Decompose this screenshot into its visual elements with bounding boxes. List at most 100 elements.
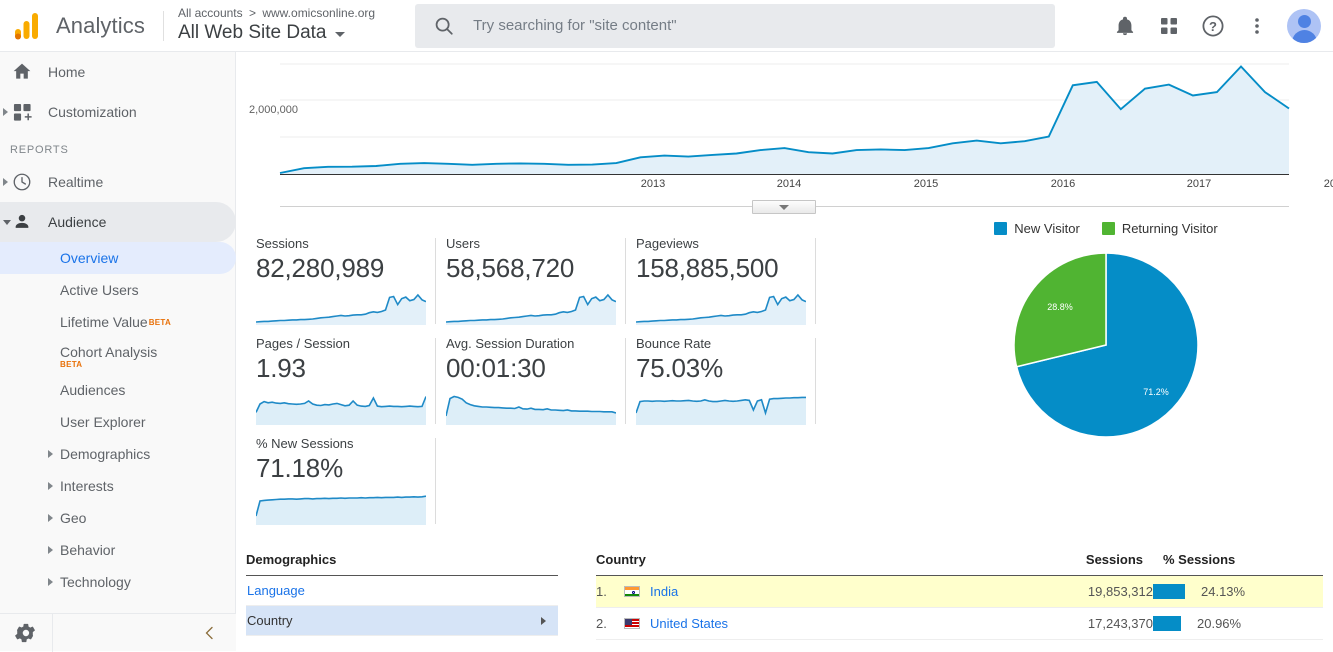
metric-card-pageviews[interactable]: Pageviews 158,885,500 [626,232,816,332]
search-bar[interactable] [415,3,1056,48]
row-pct-sessions: 20.96% [1153,607,1323,640]
metric-card-sessions[interactable]: Sessions 82,280,989 [246,232,436,332]
sidebar-item-realtime[interactable]: Realtime [0,162,236,202]
sidebar-item-lifetime-value[interactable]: Lifetime Value BETA [0,306,236,338]
metric-label: Avg. Session Duration [446,336,575,351]
demographics-item-country[interactable]: Country [246,606,558,636]
sidebar-item-audience[interactable]: Audience [0,202,236,242]
chevron-left-icon[interactable] [202,625,236,641]
view-name-row[interactable]: All Web Site Data [178,21,375,45]
chevron-right-icon[interactable] [3,108,8,116]
sidebar-item-technology[interactable]: Technology [0,566,236,598]
sidebar-item-active-users[interactable]: Active Users [0,274,236,306]
sidebar-item-label: Geo [60,510,87,526]
sidebar-item-label: Lifetime Value [60,314,148,330]
metric-card-bounce-rate[interactable]: Bounce Rate 75.03% [626,332,816,432]
notifications-bell-icon[interactable] [1105,6,1145,46]
legend-label: Returning Visitor [1121,221,1218,236]
timeline-xtick: 2014 [776,178,802,190]
gear-icon[interactable] [0,614,52,652]
apps-grid-icon[interactable] [1149,6,1189,46]
legend-label: New Visitor [1014,221,1080,236]
visitor-type-pie-chart[interactable]: 71.2% 28.8% [1008,247,1204,443]
account-selector[interactable]: All accounts > www.omicsonline.org All W… [178,6,375,45]
row-rank: 2. [596,607,624,640]
metric-label: Bounce Rate [636,336,712,351]
metric-row: % New Sessions 71.18% [246,432,826,532]
india-flag-icon [624,575,650,608]
search-input[interactable] [471,16,1012,35]
caret-down-icon[interactable] [334,32,345,37]
column-header-pct-sessions[interactable]: % Sessions [1153,552,1323,576]
sidebar-item-home[interactable]: Home [0,52,236,92]
sidebar-item-overview[interactable]: Overview [0,242,236,274]
table-row[interactable]: 2. United States 17,243,370 20.96% [596,607,1323,640]
metric-cards: Sessions 82,280,989 Users 58,568,720 Pag… [246,232,826,532]
date-range-slider[interactable] [280,200,1289,214]
sidebar-item-label: Behavior [60,542,116,558]
metric-card-users[interactable]: Users 58,568,720 [436,232,626,332]
table-row[interactable]: 1. India 19,853,312 24.13% [596,575,1323,608]
metric-value: 00:01:30 [446,353,546,383]
sidebar-item-audiences[interactable]: Audiences [0,374,236,406]
country-link[interactable]: United States [650,616,728,631]
footer-divider [52,613,53,652]
header-actions: ? [1105,6,1333,46]
column-header-country[interactable]: Country [596,552,1003,576]
sidebar-item-demographics[interactable]: Demographics [0,438,236,470]
caret-down-icon [779,204,789,210]
sidebar-item-geo[interactable]: Geo [0,502,236,534]
sidebar-item-interests[interactable]: Interests [0,470,236,502]
chevron-right-icon[interactable] [48,578,53,586]
chevron-right-icon[interactable] [48,450,53,458]
sidebar-item-label: Demographics [60,446,151,462]
sessions-timeline-chart[interactable]: 2,000,000 2013 2014 2015 2016 2017 2018 … [236,52,1333,200]
avatar[interactable] [1287,8,1321,43]
sidebar-item-customization[interactable]: Customization [0,92,236,132]
list-item-label: Language [247,583,305,598]
slider-handle[interactable] [752,200,816,214]
help-circle-icon[interactable]: ? [1193,6,1233,46]
legend-swatch [994,222,1008,235]
demographics-panel: Demographics Language Country [246,552,558,636]
breadcrumb: All accounts > www.omicsonline.org [178,6,375,20]
demographics-item-language[interactable]: Language [246,576,558,606]
more-vert-icon[interactable] [1237,6,1277,46]
sidebar-item-user-explorer[interactable]: User Explorer [0,406,236,438]
row-sessions: 17,243,370 [1003,607,1153,640]
country-link[interactable]: India [650,584,678,599]
clock-icon [10,172,34,192]
panel-title: Demographics [246,552,558,576]
metric-label: Pages / Session [256,336,350,351]
metric-value: 71.18% [256,453,343,483]
sparkline-pages-session [256,396,426,425]
timeline-xtick: 2016 [1050,178,1076,190]
timeline-xtick: 2017 [1186,178,1212,190]
timeline-xtick: 2013 [640,178,666,190]
row-country[interactable]: United States [650,607,1003,640]
metric-card-avg-session-duration[interactable]: Avg. Session Duration 00:01:30 [436,332,626,432]
header-divider [162,10,164,41]
legend-item-returning-visitor[interactable]: Returning Visitor [1101,221,1218,236]
chevron-right-icon[interactable] [48,546,53,554]
row-rank: 1. [596,575,624,608]
analytics-logo-icon[interactable] [0,12,52,40]
pie-data-label-returning: 28.8% [1047,302,1073,312]
legend-item-new-visitor[interactable]: New Visitor [994,221,1080,236]
row-country[interactable]: India [650,575,1003,608]
home-icon [10,62,34,82]
sidebar-item-behavior[interactable]: Behavior [0,534,236,566]
search-icon [433,15,455,37]
chevron-right-icon[interactable] [3,178,8,186]
column-header-sessions[interactable]: Sessions [1003,552,1153,576]
us-flag-icon [624,607,650,640]
beta-badge: BETA [60,359,83,369]
chevron-right-icon[interactable] [48,514,53,522]
sidebar-section-label: REPORTS [10,144,69,156]
metric-card-new-sessions[interactable]: % New Sessions 71.18% [246,432,436,532]
chevron-right-icon[interactable] [48,482,53,490]
sidebar-item-cohort-analysis[interactable]: Cohort Analysis BETA [0,338,236,374]
person-icon [10,212,34,232]
sidebar-footer [0,613,236,652]
metric-card-pages-session[interactable]: Pages / Session 1.93 [246,332,436,432]
